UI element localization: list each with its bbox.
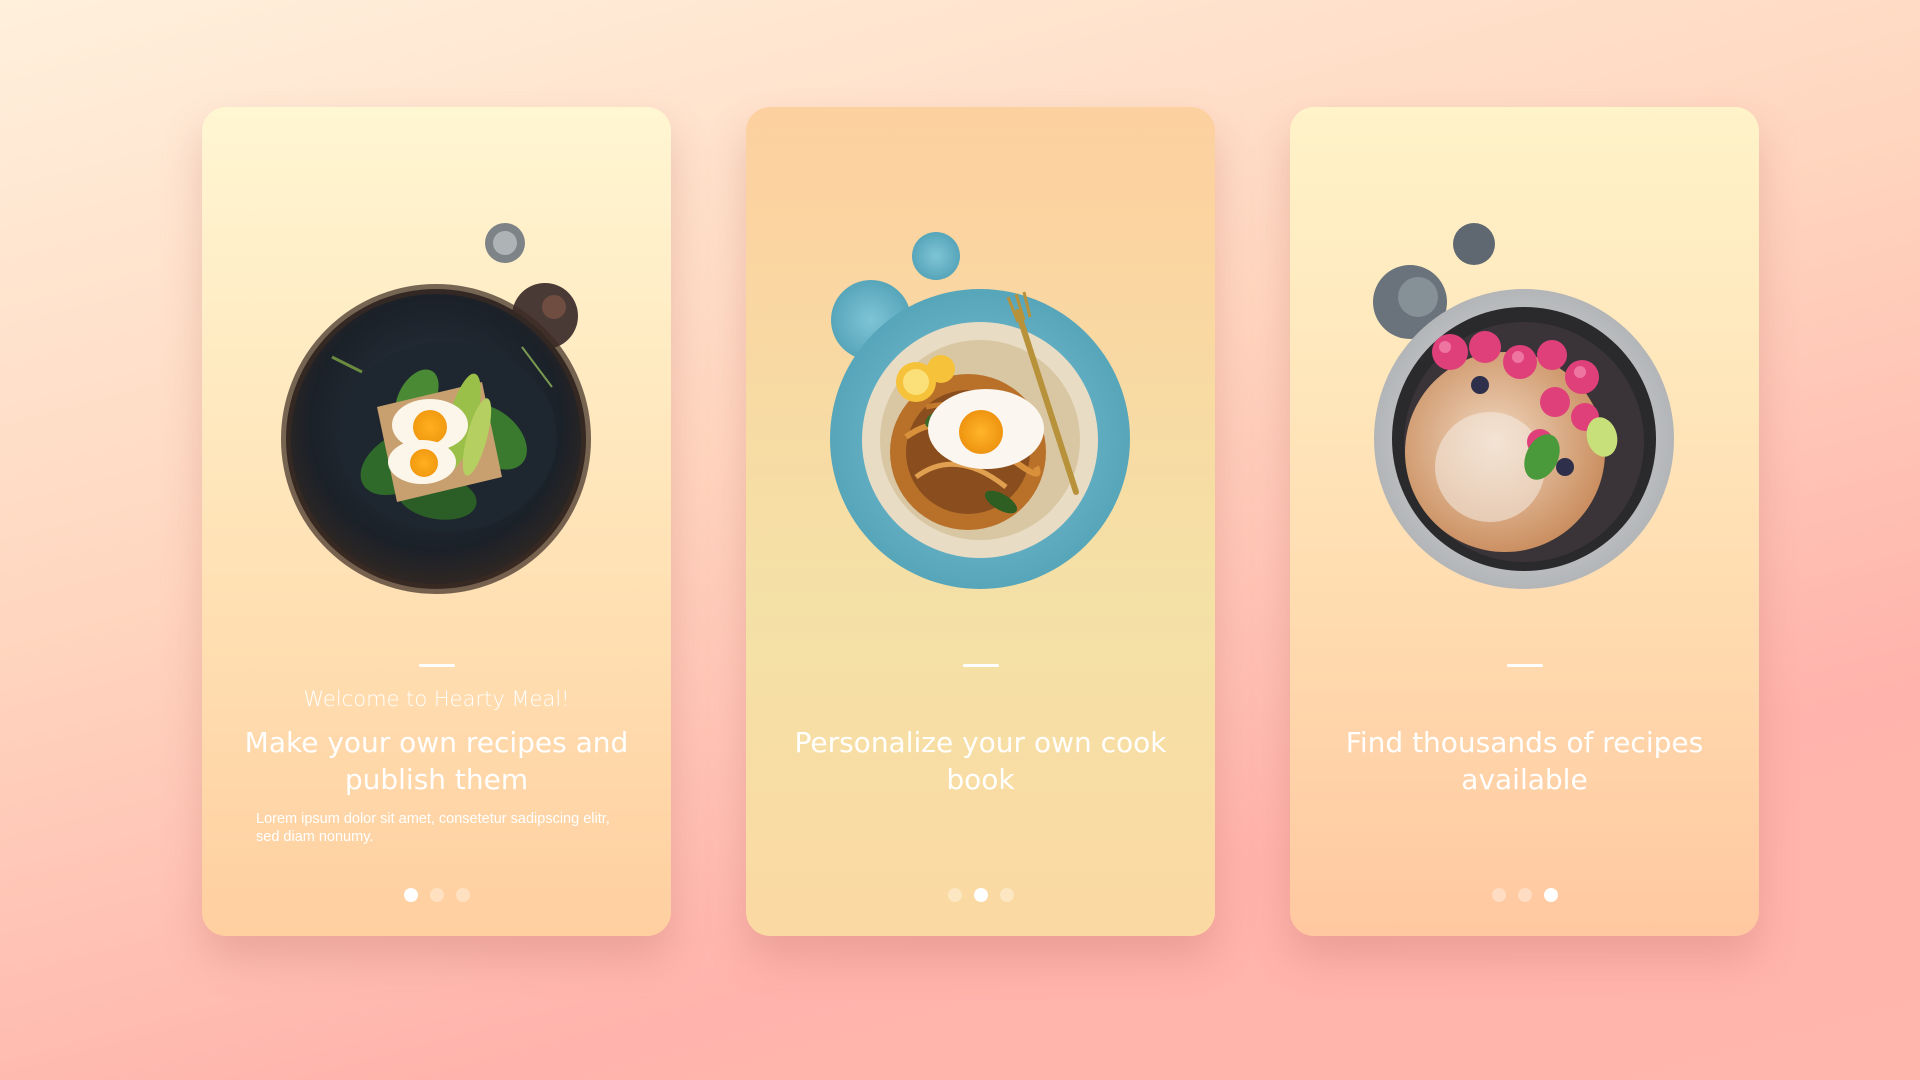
onboarding-card-2[interactable]: Personalize your own cook book [746, 107, 1215, 936]
egg-noodle-plate-with-fork-icon [830, 232, 1130, 589]
page-dot-2[interactable] [973, 888, 988, 902]
divider-line [963, 664, 999, 667]
pagination-dots [202, 888, 671, 902]
divider-line [1507, 664, 1543, 667]
page-dot-1[interactable] [947, 888, 962, 902]
page-dot-1[interactable] [1491, 888, 1506, 902]
page-dot-2[interactable] [1517, 888, 1532, 902]
pagination-dots [1290, 888, 1759, 902]
welcome-text: Welcome to Hearty Meal! [303, 687, 570, 711]
onboarding-card-1[interactable]: Welcome to Hearty Meal! Make your own re… [202, 107, 671, 936]
page-dot-2[interactable] [429, 888, 444, 902]
card-headline: Personalize your own cook book [794, 726, 1167, 796]
avocado-egg-toast-dish-icon [281, 223, 591, 594]
card-headline: Make your own recipes and publish them [244, 726, 629, 796]
page-dot-3[interactable] [455, 888, 470, 902]
page-dot-3[interactable] [999, 888, 1014, 902]
pagination-dots [746, 888, 1215, 902]
divider-line [419, 664, 455, 667]
onboarding-card-3[interactable]: Find thousands of recipes available [1290, 107, 1759, 936]
card-body-text: Lorem ipsum dolor sit amet, consetetur s… [256, 811, 610, 845]
card-headline: Find thousands of recipes available [1345, 726, 1704, 796]
page-dot-1[interactable] [403, 888, 418, 902]
raspberry-pancake-skillet-icon [1373, 223, 1674, 589]
page-dot-3[interactable] [1543, 888, 1558, 902]
